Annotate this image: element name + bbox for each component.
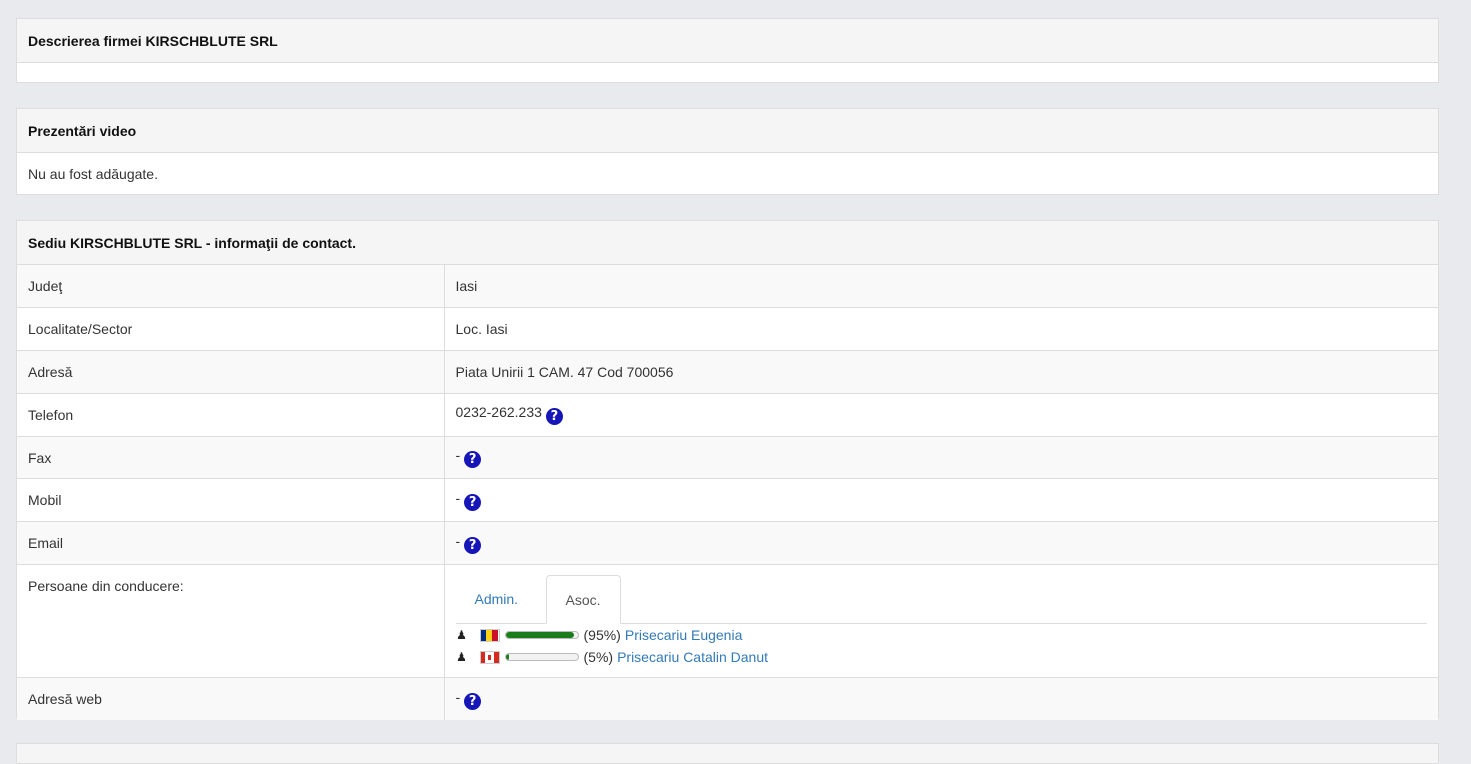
contact-panel: Sediu KIRSCHBLUTE SRL - informaţii de co… [16, 220, 1439, 721]
email-label: Email [17, 521, 445, 565]
locality-label: Localitate/Sector [17, 307, 445, 351]
management-tabs: Admin. Asoc. [455, 575, 1427, 625]
contact-table: Judeţ Iasi Localitate/Sector Loc. Iasi A… [17, 265, 1438, 721]
canada-flag-icon [479, 650, 500, 664]
video-panel-body: Nu au fost adăugate. [28, 166, 158, 182]
phone-cell: 0232-262.233? [444, 392, 1438, 437]
table-row-email: Email -? [17, 521, 1438, 565]
next-panel-heading [17, 744, 1438, 764]
share-bar [504, 631, 579, 640]
person-link[interactable]: Prisecariu Catalin Danut [617, 646, 768, 668]
description-panel: Descrierea firmei KIRSCHBLUTE SRL [16, 18, 1439, 83]
table-row-phone: Telefon 0232-262.233? [17, 392, 1438, 437]
locality-value: Loc. Iasi [444, 307, 1438, 351]
fax-cell: -? [444, 435, 1438, 479]
fax-label: Fax [17, 435, 445, 479]
contact-panel-title: Sediu KIRSCHBLUTE SRL - informaţii de co… [17, 221, 1438, 265]
list-item: ♟ (5%) Prisecariu Catalin Danut [456, 646, 1428, 668]
mobile-cell: -? [444, 478, 1438, 522]
phone-label: Telefon [17, 392, 445, 437]
romania-flag-icon [479, 628, 500, 642]
table-row-fax: Fax -? [17, 435, 1438, 479]
table-row-management: Persoane din conducere: Admin. Asoc. ♟ (… [17, 564, 1438, 678]
mobile-label: Mobil [17, 478, 445, 522]
share-percent: (5%) [583, 649, 614, 666]
video-panel: Prezentări video Nu au fost adăugate. [16, 108, 1439, 195]
table-row-address: Adresă Piata Unirii 1 CAM. 47 Cod 700056 [17, 350, 1438, 394]
tab-asoc[interactable]: Asoc. [545, 575, 621, 625]
table-row-website: Adresă web -? [17, 677, 1438, 721]
address-label: Adresă [17, 350, 445, 394]
table-row-locality: Localitate/Sector Loc. Iasi [17, 307, 1438, 351]
next-panel [16, 743, 1439, 764]
email-value: - [455, 532, 461, 549]
address-value: Piata Unirii 1 CAM. 47 Cod 700056 [444, 350, 1438, 394]
county-label: Judeţ [17, 265, 445, 308]
tab-admin[interactable]: Admin. [456, 575, 538, 623]
mobile-value: - [455, 489, 461, 506]
help-icon[interactable]: ? [464, 493, 482, 511]
person-icon: ♟ [456, 650, 467, 665]
table-row-mobile: Mobil -? [17, 478, 1438, 522]
phone-value: 0232-262.233 [455, 404, 542, 421]
management-label: Persoane din conducere: [17, 564, 445, 678]
website-cell: -? [444, 677, 1438, 721]
share-bar-fill [505, 632, 574, 639]
help-icon[interactable]: ? [545, 408, 563, 426]
video-panel-title: Prezentări video [17, 109, 1438, 153]
website-label: Adresă web [17, 677, 445, 721]
help-icon[interactable]: ? [464, 536, 482, 554]
table-row-county: Judeţ Iasi [17, 265, 1438, 308]
share-bar-fill [505, 654, 510, 661]
fax-value: - [455, 447, 461, 464]
management-cell: Admin. Asoc. ♟ (95%) Prisecariu Eugenia … [444, 564, 1438, 678]
person-link[interactable]: Prisecariu Eugenia [625, 624, 743, 646]
share-bar [504, 653, 579, 662]
county-value: Iasi [444, 265, 1438, 308]
share-percent: (95%) [583, 627, 621, 644]
person-icon: ♟ [456, 628, 467, 643]
list-item: ♟ (95%) Prisecariu Eugenia [456, 624, 1428, 646]
website-value: - [455, 688, 461, 705]
description-panel-title: Descrierea firmei KIRSCHBLUTE SRL [17, 19, 1438, 63]
email-cell: -? [444, 521, 1438, 565]
help-icon[interactable]: ? [464, 451, 482, 469]
help-icon[interactable]: ? [464, 692, 482, 710]
